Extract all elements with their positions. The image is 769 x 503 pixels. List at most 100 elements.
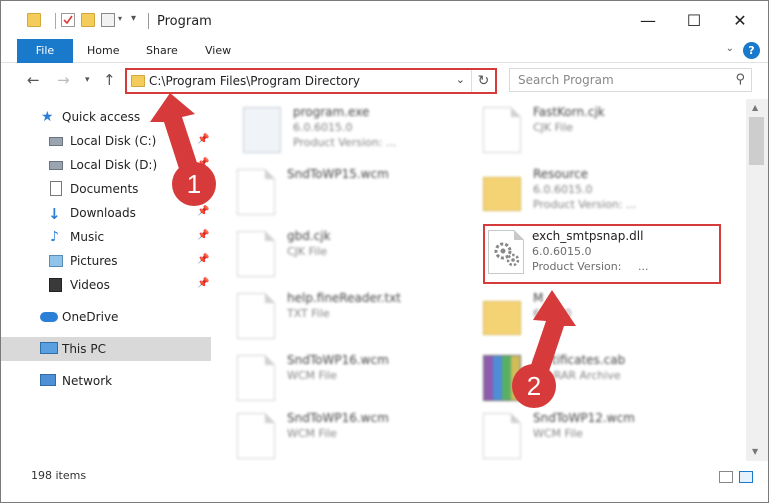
file-details: Product Version: ... <box>533 198 637 211</box>
network-icon <box>40 374 56 386</box>
step-2-badge: 2 <box>512 364 556 408</box>
dll-icon <box>488 230 524 274</box>
file-name: M <box>533 291 544 305</box>
scroll-up-icon[interactable]: ▲ <box>752 103 758 112</box>
file-icon <box>483 413 521 459</box>
properties-icon[interactable] <box>61 13 75 27</box>
view-toggle-icon[interactable] <box>101 13 115 27</box>
pin-icon[interactable]: 📌 <box>197 230 209 241</box>
step-1-badge: 1 <box>172 162 216 206</box>
list-item[interactable]: help.fineReader.txt TXT File <box>227 287 457 343</box>
file-details: Product Version: <box>532 260 622 273</box>
chevron-down-icon[interactable]: ⌄ <box>456 73 465 86</box>
file-icon <box>237 293 275 339</box>
navigation-bar: ← → ▾ ↑ C:\Program Files\Program Directo… <box>1 63 768 99</box>
file-name: SndToWP15.wcm <box>287 167 389 181</box>
tab-view[interactable]: View <box>205 39 231 63</box>
pictures-icon <box>49 255 63 267</box>
refresh-icon[interactable]: ↻ <box>471 70 495 92</box>
customize-toolbar-icon[interactable]: ▾ <box>131 13 145 27</box>
sidebar-item-local-disk-c[interactable]: Local Disk (C:) 📌 <box>1 129 211 153</box>
sidebar-item-label: Local Disk (C:) <box>70 134 157 148</box>
file-version: 6.0.6015.0 <box>532 245 592 258</box>
file-type: WCM File <box>287 427 337 440</box>
new-folder-icon[interactable] <box>81 13 95 27</box>
file-name: SndToWP16.wcm <box>287 353 389 367</box>
sidebar-item-label: Downloads <box>70 206 136 220</box>
sidebar-item-label: This PC <box>62 342 106 356</box>
sidebar-item-label: Pictures <box>70 254 118 268</box>
folder-icon <box>483 177 521 211</box>
file-name: help.fineReader.txt <box>287 291 401 305</box>
status-bar: 198 items <box>1 461 768 491</box>
divider <box>148 13 149 29</box>
scroll-down-icon[interactable]: ▼ <box>752 447 758 456</box>
chevron-down-icon[interactable]: ▾ <box>118 14 132 28</box>
sidebar-item-label: Network <box>62 374 113 388</box>
list-item[interactable]: SndToWP16.wcm WCM File <box>227 407 457 461</box>
file-version: 6.0.6015.0 <box>533 183 593 196</box>
pin-icon[interactable]: 📌 <box>197 134 209 145</box>
list-item[interactable]: program.exe 6.0.6015.0 Product Version: … <box>233 101 463 157</box>
search-input[interactable]: Search Program ⚲ <box>509 68 752 92</box>
tab-file[interactable]: File <box>17 39 73 63</box>
tab-home[interactable]: Home <box>87 39 119 63</box>
address-bar[interactable]: C:\Program Files\Program Directory ⌄ ↻ <box>125 68 497 94</box>
list-item[interactable]: certificates.cab WinRAR Archive <box>473 349 703 405</box>
sidebar-item-label: Music <box>70 230 105 244</box>
sidebar-item-quick-access[interactable]: ★ Quick access <box>1 105 211 129</box>
close-button[interactable]: ✕ <box>717 1 763 39</box>
file-icon <box>483 107 521 153</box>
list-item[interactable]: Resource 6.0.6015.0 Product Version: ... <box>473 163 703 219</box>
highlighted-file-dll[interactable]: exch_smtpsnap.dll 6.0.6015.0 Product Ver… <box>483 224 721 284</box>
file-details: Product Version: ... <box>293 136 397 149</box>
star-icon: ★ <box>41 109 54 125</box>
sidebar-item-network[interactable]: Network <box>1 369 211 393</box>
details-view-icon[interactable] <box>719 471 733 483</box>
sidebar-item-pictures[interactable]: Pictures 📌 <box>1 249 211 273</box>
scroll-thumb[interactable] <box>749 117 764 165</box>
file-name: certificates.cab <box>533 353 626 367</box>
sidebar-item-downloads[interactable]: ↓ Downloads 📌 <box>1 201 211 225</box>
forward-arrow-icon[interactable]: → <box>57 71 70 89</box>
list-item[interactable]: exch_smtpsnap.dll 6.0.6015.0 Product Ver… <box>485 226 715 282</box>
list-item[interactable]: SndToWP16.wcm WCM File <box>227 349 457 405</box>
tab-share[interactable]: Share <box>146 39 178 63</box>
pin-icon[interactable]: 📌 <box>197 278 209 289</box>
vertical-scrollbar[interactable]: ▲ ▼ <box>746 99 768 461</box>
navigation-pane: ★ Quick access Local Disk (C:) 📌 Local D… <box>1 99 213 461</box>
list-item[interactable]: M 6015.0 <box>473 287 703 343</box>
list-item[interactable]: gbd.cjk CJK File <box>227 225 457 281</box>
file-icon <box>237 231 275 277</box>
sidebar-item-this-pc[interactable]: This PC <box>1 337 211 361</box>
file-icon <box>237 413 275 459</box>
pin-icon[interactable]: 📌 <box>197 206 209 217</box>
recent-locations-icon[interactable]: ▾ <box>85 75 90 85</box>
folder-icon <box>483 301 521 335</box>
sidebar-item-onedrive[interactable]: OneDrive <box>1 305 211 329</box>
videos-icon <box>49 278 62 292</box>
maximize-button[interactable]: ☐ <box>671 1 717 39</box>
list-item[interactable]: SndToWP15.wcm <box>227 163 457 219</box>
file-type: WCM File <box>287 369 337 382</box>
folder-icon <box>27 13 41 27</box>
search-icon[interactable]: ⚲ <box>735 72 745 87</box>
item-count: 198 items <box>31 469 87 482</box>
window-title: Program <box>157 14 212 29</box>
list-item[interactable]: FastKorn.cjk CJK File <box>473 101 703 157</box>
sidebar-item-music[interactable]: ♪ Music 📌 <box>1 225 211 249</box>
expand-ribbon-icon[interactable]: ⌄ <box>726 43 734 54</box>
file-details-ellipsis: ... <box>638 260 649 273</box>
drive-icon <box>49 137 63 146</box>
file-version: 6.0.6015.0 <box>293 121 353 134</box>
cloud-icon <box>40 312 58 322</box>
up-arrow-icon[interactable]: ↑ <box>103 71 116 89</box>
pin-icon[interactable]: 📌 <box>197 254 209 265</box>
help-button[interactable]: ? <box>743 42 760 59</box>
back-arrow-icon[interactable]: ← <box>27 71 40 89</box>
minimize-button[interactable]: — <box>625 1 671 39</box>
file-version: 6015.0 <box>533 307 572 320</box>
tiles-view-icon[interactable] <box>739 471 753 483</box>
sidebar-item-videos[interactable]: Videos 📌 <box>1 273 211 297</box>
list-item[interactable]: SndToWP12.wcm WCM File <box>473 407 703 461</box>
